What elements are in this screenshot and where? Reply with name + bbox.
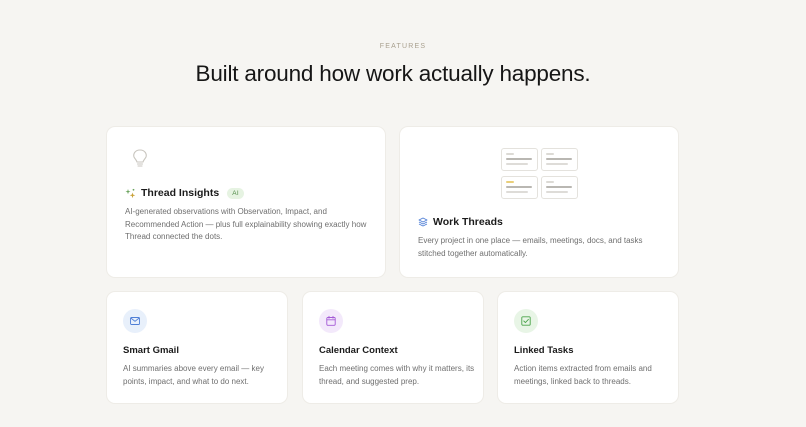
calendar-icon [319,309,343,333]
work-threads-description: Every project in one place — emails, mee… [418,236,643,258]
smart-gmail-card: Smart Gmail AI summaries above every ema… [106,291,288,404]
mail-icon [123,309,147,333]
thread-insights-description: AI-generated observations with Observati… [125,207,367,242]
calendar-context-title: Calendar Context [319,345,398,356]
checkbox-icon [514,309,538,333]
ai-badge: AI [227,187,245,199]
calendar-context-description: Each meeting comes with why it matters, … [319,364,475,386]
thread-insights-card: Thread Insights AI AI-generated observat… [106,126,386,278]
linked-tasks-description: Action items extracted from emails and m… [514,364,652,386]
calendar-context-card: Calendar Context Each meeting comes with… [302,291,484,404]
work-threads-title: Work Threads [433,216,503,228]
thread-preview-tile [501,176,538,199]
features-eyebrow: FEATURES [379,43,427,50]
smart-gmail-title: Smart Gmail [123,345,179,356]
threads-preview-illustration [501,148,579,200]
thread-insights-title-row: Thread Insights AI [125,187,245,199]
section-headline: Built around how work actually happens. [195,61,591,86]
smart-gmail-description: AI summaries above every email — key poi… [123,364,264,386]
work-threads-title-row: Work Threads [418,216,503,228]
thread-preview-tile [541,176,578,199]
thread-preview-tile [541,148,578,171]
lightbulb-icon [133,149,147,167]
linked-tasks-card: Linked Tasks Action items extracted from… [497,291,679,404]
work-threads-card: Work Threads Every project in one place … [399,126,679,278]
layers-icon [418,217,428,227]
sparkles-icon [125,188,136,198]
thread-preview-tile [501,148,538,171]
linked-tasks-title: Linked Tasks [514,345,574,356]
thread-insights-title: Thread Insights [141,187,220,199]
